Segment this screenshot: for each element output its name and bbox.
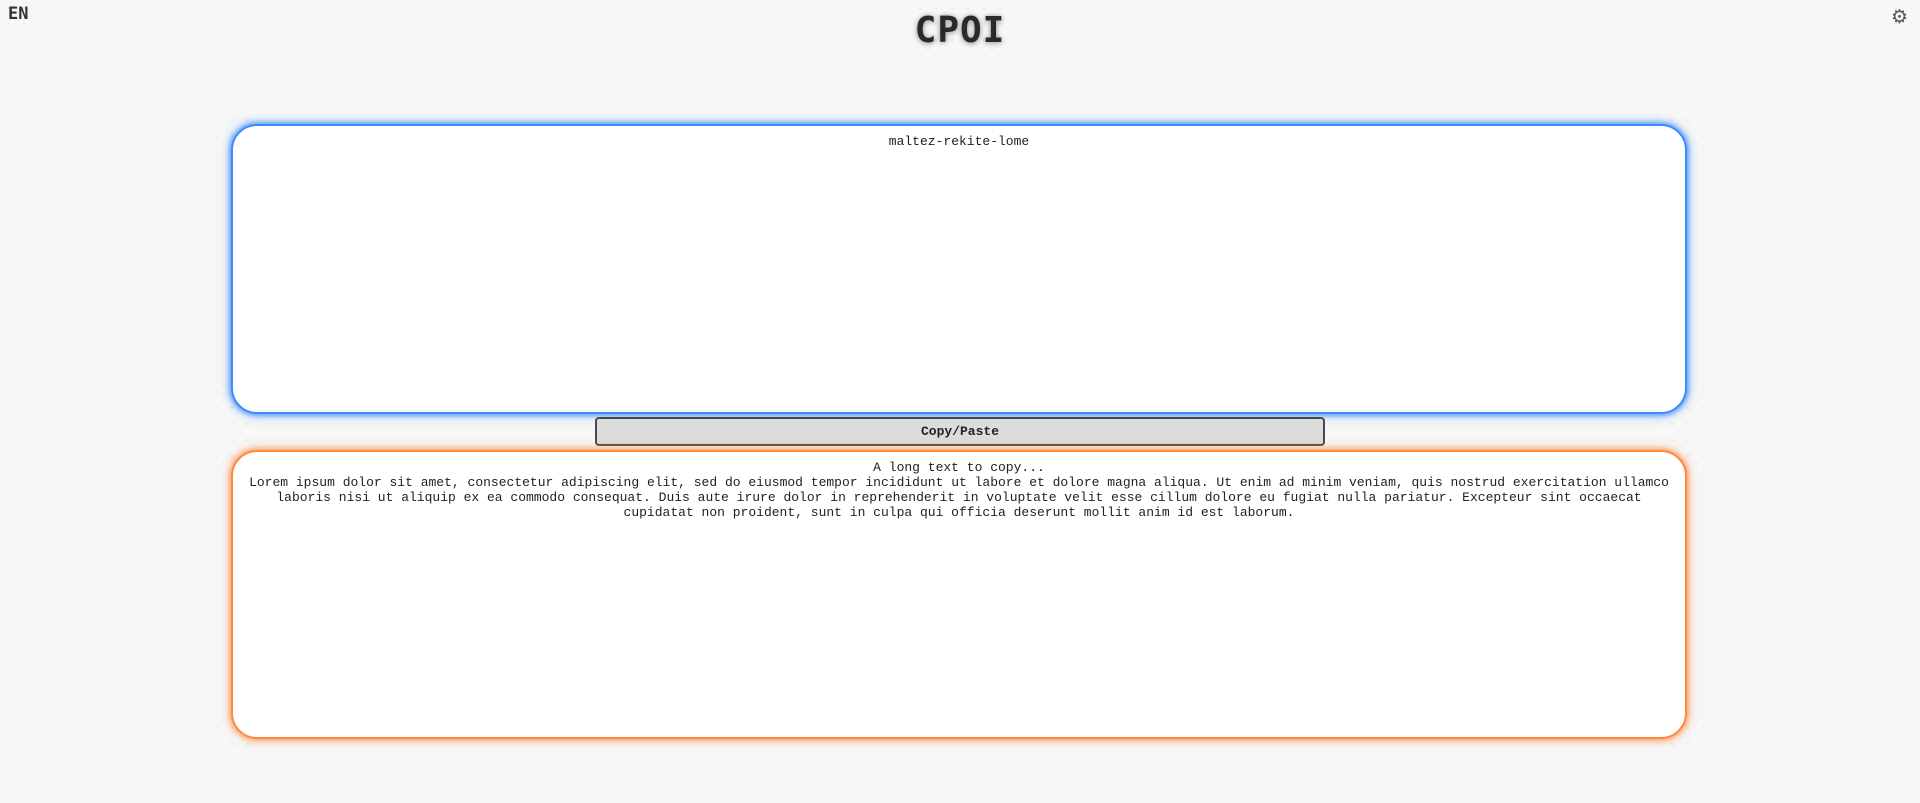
content-textarea[interactable]: A long text to copy... Lorem ipsum dolor…	[231, 450, 1687, 739]
gear-icon: ⚙	[1890, 6, 1908, 28]
code-textarea[interactable]: maltez-rekite-lome	[231, 124, 1687, 414]
copy-paste-button[interactable]: Copy/Paste	[595, 417, 1325, 446]
app-logo: CPOI	[914, 10, 1006, 51]
settings-button[interactable]: ⚙	[1891, 6, 1908, 28]
